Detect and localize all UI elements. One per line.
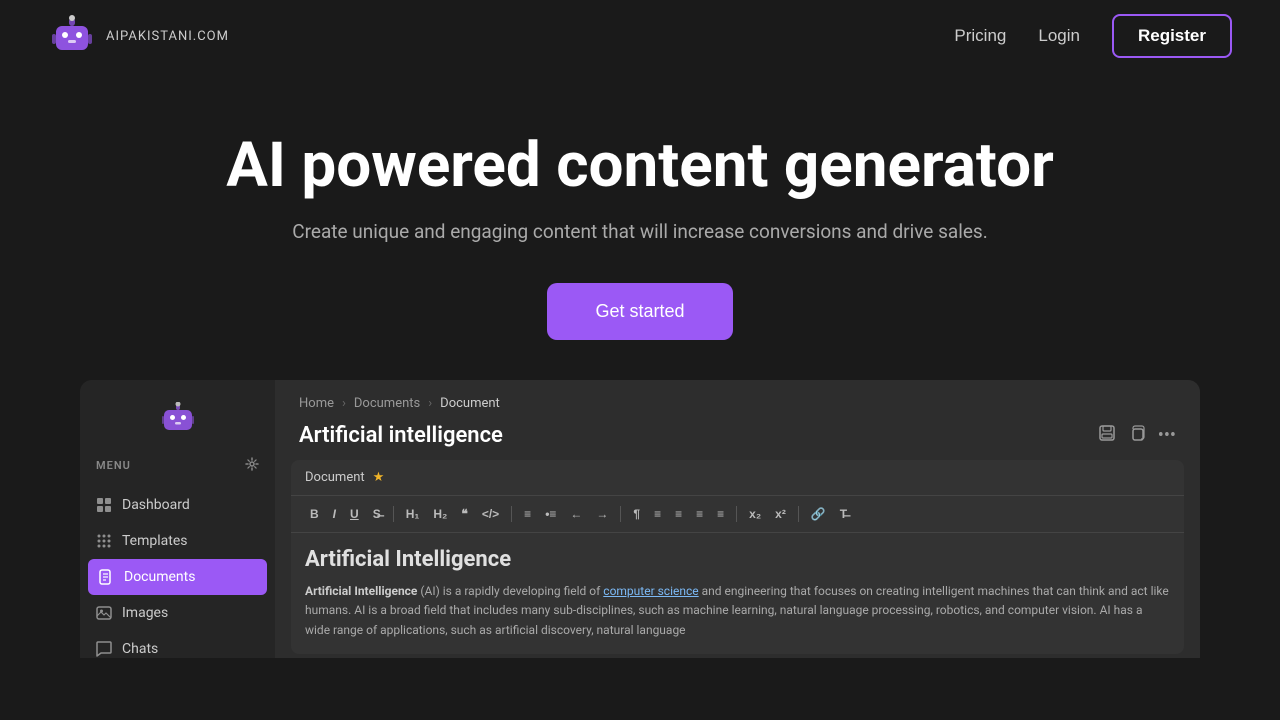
copy-icon[interactable]	[1128, 424, 1146, 447]
sidebar-item-images[interactable]: Images	[80, 595, 275, 631]
toolbar-outdent[interactable]: ←	[565, 504, 587, 524]
doc-title-bar: Artificial intelligence •••	[275, 419, 1200, 460]
toolbar-link[interactable]: 🔗	[806, 504, 831, 524]
grid-icon	[96, 497, 112, 513]
breadcrumb-sep-2: ›	[428, 396, 432, 411]
chat-icon	[96, 641, 112, 657]
sidebar-item-chats-label: Chats	[122, 641, 158, 657]
toolbar-sep-3	[620, 506, 621, 522]
doc-title-actions: •••	[1098, 424, 1176, 447]
toolbar-sep-4	[736, 506, 737, 522]
doc-title: Artificial intelligence	[299, 423, 503, 448]
toolbar: B I U S̶ H₁ H₂ ❝ </> ≡ •≡ ← → ¶ ≡ ≡ ≡ ≡	[291, 496, 1184, 533]
sidebar-item-dashboard[interactable]: Dashboard	[80, 487, 275, 523]
editor-doc-label: Document	[305, 470, 365, 485]
toolbar-underline[interactable]: U	[345, 504, 364, 524]
editor-body: Artificial Intelligence Artificial Intel…	[291, 533, 1184, 654]
toolbar-code[interactable]: </>	[477, 504, 504, 524]
editor-link[interactable]: computer science	[603, 584, 698, 598]
editor-header: Document ★	[291, 460, 1184, 496]
logo-area: AIPAKISTANI.COM	[48, 12, 229, 60]
sidebar: MENU Dashboard	[80, 380, 275, 658]
toolbar-subscript[interactable]: x₂	[744, 504, 766, 524]
sidebar-item-documents[interactable]: Documents	[88, 559, 267, 595]
sidebar-item-templates[interactable]: Templates	[80, 523, 275, 559]
breadcrumb-current: Document	[440, 396, 500, 411]
toolbar-sep-2	[511, 506, 512, 522]
toolbar-h1[interactable]: H₁	[401, 504, 425, 524]
save-icon[interactable]	[1098, 424, 1116, 447]
grid-dots-icon	[96, 533, 112, 549]
sidebar-item-images-label: Images	[122, 605, 168, 621]
toolbar-strikethrough[interactable]: S̶	[368, 504, 386, 524]
toolbar-align-center[interactable]: ≡	[670, 504, 687, 524]
sidebar-item-chats[interactable]: Chats	[80, 631, 275, 658]
toolbar-ordered-list[interactable]: ≡	[519, 504, 536, 524]
sidebar-menu-header: MENU	[80, 448, 275, 483]
toolbar-align-right[interactable]: ≡	[691, 504, 708, 524]
toolbar-clear-format[interactable]: T̶	[835, 504, 852, 524]
editor-paragraph: Artificial Intelligence (AI) is a rapidl…	[305, 582, 1170, 640]
menu-settings-icon[interactable]	[245, 456, 259, 475]
main-content: Home › Documents › Document Artificial i…	[275, 380, 1200, 658]
logo-icon	[48, 12, 96, 60]
login-link[interactable]: Login	[1038, 26, 1080, 46]
app-preview: MENU Dashboard	[80, 380, 1200, 658]
document-icon	[98, 569, 114, 585]
editor-heading: Artificial Intelligence	[305, 547, 1170, 572]
editor-text-1: (AI) is a rapidly developing field of	[417, 584, 603, 598]
sidebar-logo	[80, 396, 275, 440]
toolbar-bold[interactable]: B	[305, 504, 324, 524]
editor-area: Document ★ B I U S̶ H₁ H₂ ❝ </> ≡ •≡ ← →…	[291, 460, 1184, 654]
breadcrumb-home[interactable]: Home	[299, 396, 334, 411]
star-icon[interactable]: ★	[373, 470, 385, 485]
toolbar-blockquote[interactable]: ❝	[456, 504, 472, 524]
register-button[interactable]: Register	[1112, 14, 1232, 58]
logo-text: AIPAKISTANI.COM	[106, 29, 229, 44]
get-started-button[interactable]: Get started	[547, 283, 732, 340]
navbar: AIPAKISTANI.COM Pricing Login Register	[0, 0, 1280, 72]
hero-section: AI powered content generator Create uniq…	[0, 72, 1280, 380]
toolbar-align-left[interactable]: ≡	[649, 504, 666, 524]
sidebar-item-documents-label: Documents	[124, 569, 195, 585]
editor-text-bold: Artificial Intelligence	[305, 584, 417, 598]
sidebar-item-templates-label: Templates	[122, 533, 188, 549]
nav-links: Pricing Login Register	[954, 14, 1232, 58]
sidebar-logo-icon	[162, 402, 194, 434]
toolbar-superscript[interactable]: x²	[770, 504, 791, 524]
toolbar-align-justify[interactable]: ≡	[712, 504, 729, 524]
menu-label: MENU	[96, 459, 131, 472]
toolbar-indent[interactable]: →	[591, 504, 613, 524]
toolbar-bullet-list[interactable]: •≡	[540, 504, 561, 524]
toolbar-sep-5	[798, 506, 799, 522]
breadcrumb-documents[interactable]: Documents	[354, 396, 420, 411]
more-options-icon[interactable]: •••	[1158, 425, 1176, 446]
breadcrumb-sep-1: ›	[342, 396, 346, 411]
hero-title: AI powered content generator	[20, 132, 1260, 200]
pricing-link[interactable]: Pricing	[954, 26, 1006, 46]
breadcrumb: Home › Documents › Document	[275, 380, 1200, 419]
image-icon	[96, 605, 112, 621]
sidebar-item-dashboard-label: Dashboard	[122, 497, 190, 513]
toolbar-sep-1	[393, 506, 394, 522]
hero-subtitle: Create unique and engaging content that …	[20, 220, 1260, 243]
toolbar-h2[interactable]: H₂	[428, 504, 452, 524]
toolbar-italic[interactable]: I	[328, 504, 341, 524]
toolbar-paragraph[interactable]: ¶	[628, 504, 645, 524]
